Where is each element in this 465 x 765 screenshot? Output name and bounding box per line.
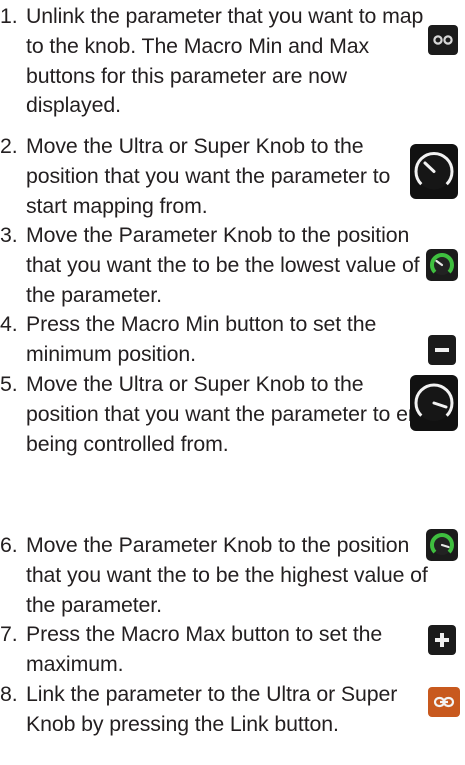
- step-5: 5. Move the Ultra or Super Knob to the po…: [0, 370, 436, 459]
- step-2: 2. Move the Ultra or Super Knob to the po…: [0, 132, 436, 221]
- unlinked-chain-icon[interactable]: [428, 25, 458, 55]
- step-number: 7.: [0, 622, 18, 646]
- step-number: 5.: [0, 372, 18, 396]
- step-6: 6. Move the Parameter Knob to the positio…: [0, 531, 436, 620]
- step-number: 6.: [0, 533, 18, 557]
- step-text: Press the Macro Max button to set the ma…: [26, 622, 383, 676]
- step-text: Move the Ultra or Super Knob to the posi…: [26, 372, 432, 456]
- step-number: 2.: [0, 134, 18, 158]
- plus-button-icon[interactable]: [428, 625, 456, 655]
- step-text: Move the Parameter Knob to the position …: [26, 223, 420, 307]
- step-text: Unlink the parameter that you want to ma…: [26, 4, 424, 118]
- step-8: 8. Link the parameter to the Ultra or Sup…: [0, 680, 436, 740]
- step-1: 1. Unlink the parameter that you want to …: [0, 2, 436, 121]
- step-text: Move the Parameter Knob to the position …: [26, 533, 428, 617]
- step-number: 1.: [0, 4, 18, 28]
- step-text: Press the Macro Min button to set the mi…: [26, 312, 377, 366]
- step-number: 8.: [0, 682, 18, 706]
- step-number: 4.: [0, 312, 18, 336]
- step-text: Link the parameter to the Ultra or Super…: [26, 682, 398, 736]
- green-knob-high-icon[interactable]: [426, 529, 458, 561]
- step-7: 7. Press the Macro Max button to set the …: [0, 620, 436, 680]
- green-knob-low-icon[interactable]: [426, 249, 458, 281]
- linked-chain-icon[interactable]: [428, 687, 460, 717]
- white-knob-high-icon[interactable]: [410, 375, 458, 431]
- white-knob-low-icon[interactable]: [410, 144, 458, 199]
- minus-button-icon[interactable]: [428, 335, 456, 365]
- step-text: Move the Ultra or Super Knob to the posi…: [26, 134, 391, 218]
- step-number: 3.: [0, 223, 18, 247]
- step-4: 4. Press the Macro Min button to set the …: [0, 310, 436, 370]
- step-3: 3. Move the Parameter Knob to the positio…: [0, 221, 436, 310]
